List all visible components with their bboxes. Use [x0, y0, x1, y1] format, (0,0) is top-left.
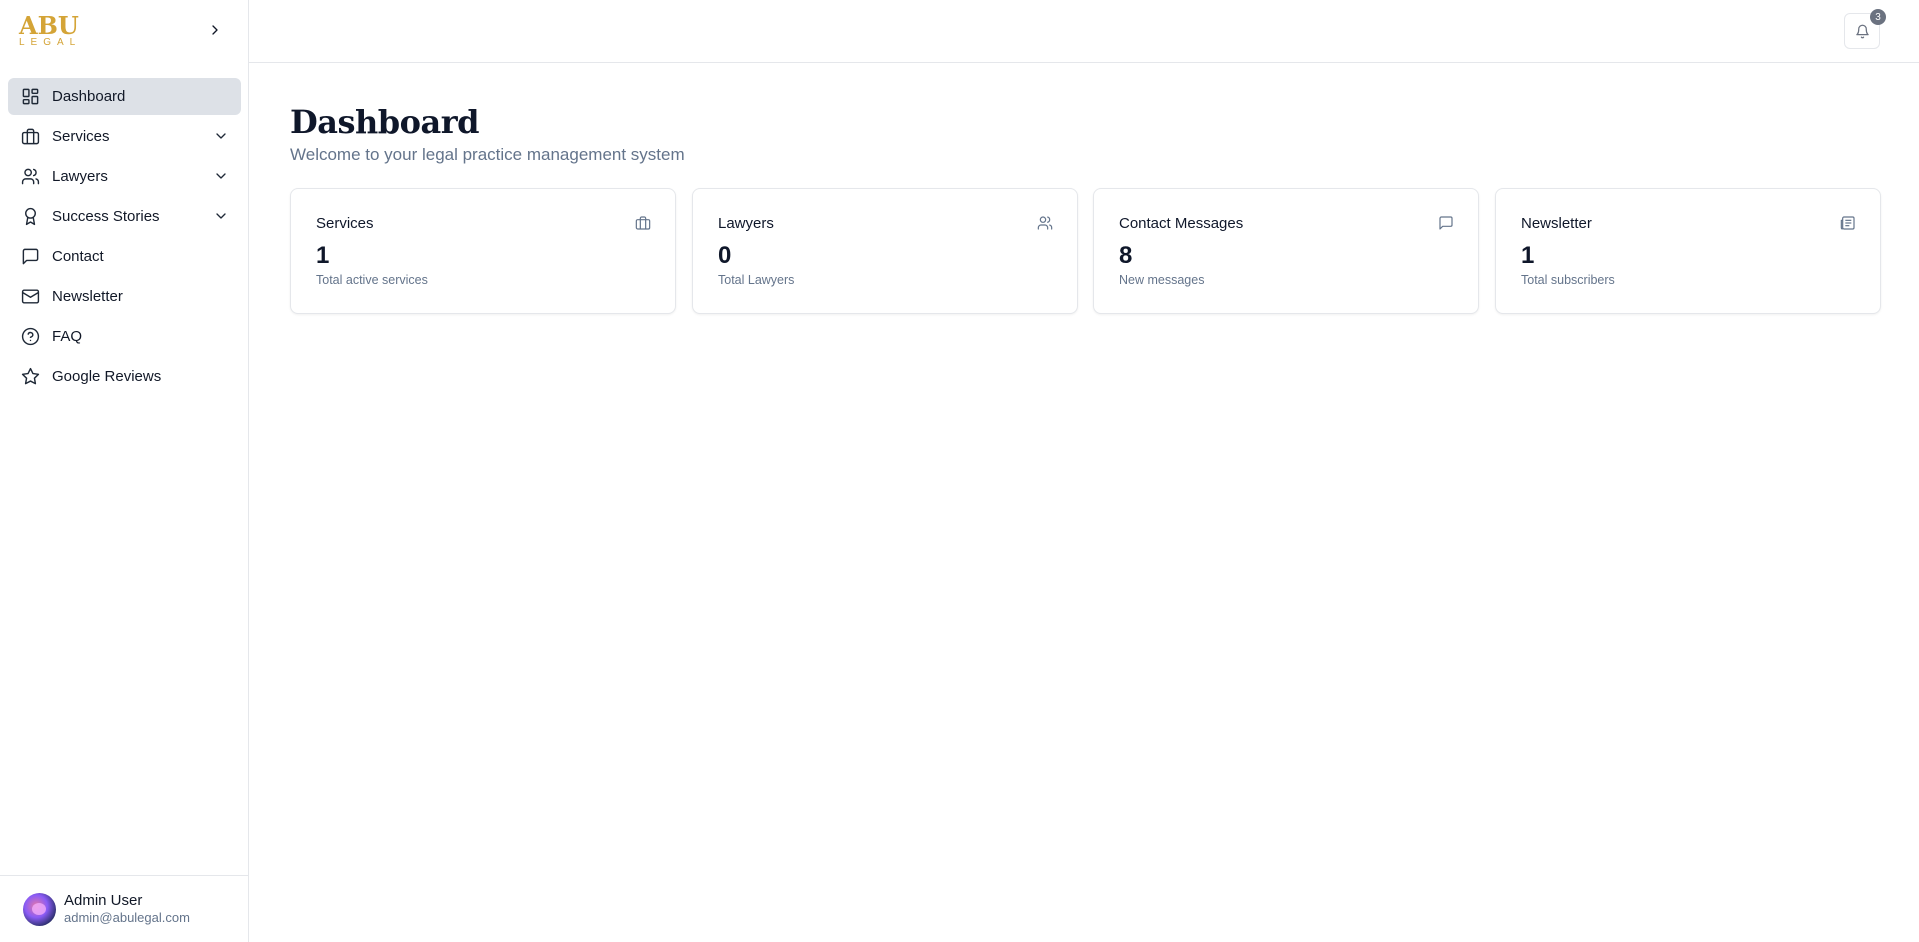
avatar [23, 892, 56, 926]
message-icon [1439, 216, 1453, 230]
page-title: Dashboard [290, 103, 479, 141]
logo-top-text: ABU [19, 11, 79, 40]
sidebar-item-label: Google Reviews [52, 368, 162, 385]
sidebar-item-success-stories[interactable]: Success Stories [8, 198, 241, 235]
award-icon [20, 207, 40, 227]
mail-icon [20, 287, 40, 307]
card-value: 0 [718, 242, 732, 269]
card-description: Total active services [316, 273, 428, 287]
stat-card-lawyers: Lawyers 0 Total Lawyers [692, 188, 1078, 314]
card-title: Services [316, 215, 374, 232]
card-value: 8 [1119, 242, 1133, 269]
sidebar-item-google-reviews[interactable]: Google Reviews [8, 358, 241, 395]
notifications-button[interactable]: 3 [1844, 9, 1886, 49]
sidebar-header: ABU LEGAL [0, 0, 248, 62]
user-profile[interactable]: Admin User admin@abulegal.com [0, 875, 248, 942]
chevron-right-icon [212, 25, 218, 35]
sidebar-item-dashboard[interactable]: Dashboard [8, 78, 241, 115]
sidebar-item-label: Success Stories [52, 208, 160, 225]
sidebar-item-faq[interactable]: FAQ [8, 318, 241, 355]
user-name: Admin User [64, 892, 143, 909]
card-title: Contact Messages [1119, 215, 1244, 232]
sidebar-item-newsletter[interactable]: Newsletter [8, 278, 241, 315]
top-bar: 3 [249, 0, 1919, 63]
logo-bottom-text: LEGAL [19, 37, 82, 48]
sidebar-item-label: Services [52, 128, 110, 145]
stats-cards: Services 1 Total active services Lawyers… [290, 188, 1881, 314]
message-icon [20, 247, 40, 267]
star-icon [20, 367, 40, 387]
help-circle-icon [20, 327, 40, 347]
briefcase-icon [635, 216, 651, 230]
sidebar-nav: Dashboard Services Lawyers Success Stori… [8, 78, 241, 398]
stat-card-contact-messages: Contact Messages 8 New messages [1093, 188, 1479, 314]
card-description: New messages [1119, 273, 1205, 287]
card-description: Total Lawyers [718, 273, 795, 287]
main-content: Dashboard Welcome to your legal practice… [290, 100, 1881, 314]
user-info: Admin User admin@abulegal.com [64, 892, 190, 926]
notification-count-badge: 3 [1870, 9, 1886, 25]
sidebar-item-label: FAQ [52, 328, 83, 345]
stat-card-newsletter: Newsletter 1 Total subscribers [1495, 188, 1881, 314]
card-title: Newsletter [1521, 215, 1592, 232]
sidebar-item-contact[interactable]: Contact [8, 238, 241, 275]
stat-card-services: Services 1 Total active services [290, 188, 676, 314]
user-email: admin@abulegal.com [64, 910, 190, 925]
chevron-down-icon[interactable] [213, 208, 229, 224]
users-icon [1037, 216, 1053, 230]
sidebar-item-services[interactable]: Services [8, 118, 241, 155]
page-subtitle: Welcome to your legal practice managemen… [290, 145, 685, 164]
sidebar-item-label: Newsletter [52, 288, 123, 305]
abu-legal-logo[interactable]: ABU LEGAL [19, 14, 79, 48]
briefcase-icon [20, 127, 40, 147]
card-value: 1 [1521, 242, 1535, 269]
newspaper-icon [1840, 216, 1855, 230]
sidebar: ABU LEGAL Dashboard Services Lawyers Suc… [0, 0, 249, 942]
sidebar-toggle-button[interactable] [204, 19, 226, 41]
card-title: Lawyers [718, 215, 774, 232]
sidebar-item-label: Contact [52, 248, 104, 265]
sidebar-item-label: Lawyers [52, 168, 108, 185]
card-description: Total subscribers [1521, 273, 1615, 287]
users-icon [20, 167, 40, 187]
sidebar-item-label: Dashboard [52, 88, 126, 105]
chevron-down-icon[interactable] [213, 168, 229, 184]
dashboard-icon [20, 87, 40, 107]
bell-icon [1855, 24, 1869, 38]
card-value: 1 [316, 242, 330, 269]
sidebar-item-lawyers[interactable]: Lawyers [8, 158, 241, 195]
chevron-down-icon[interactable] [213, 128, 229, 144]
